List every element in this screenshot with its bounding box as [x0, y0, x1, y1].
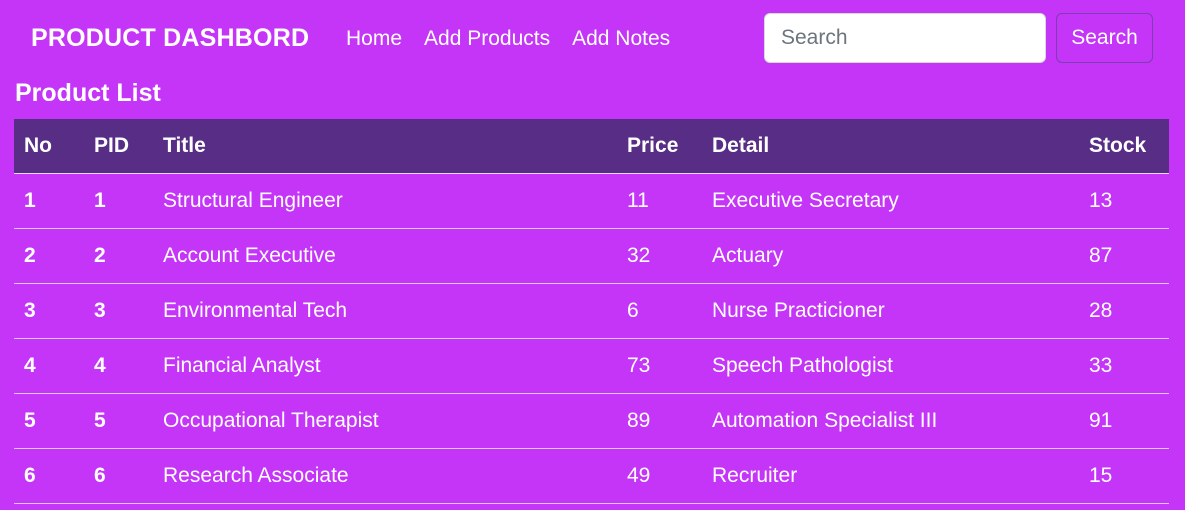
- cell-no: 6: [14, 448, 84, 504]
- nav-link-add-products[interactable]: Add Products: [424, 27, 550, 51]
- cell-price: 49: [617, 448, 702, 504]
- table-row: 2 2 Account Executive 32 Actuary 87: [14, 228, 1169, 284]
- cell-title: Account Executive: [153, 228, 617, 284]
- column-header-price: Price: [617, 119, 702, 174]
- cell-stock: 13: [1079, 173, 1169, 229]
- cell-no: 4: [14, 338, 84, 394]
- cell-no: 3: [14, 283, 84, 339]
- cell-detail: Actuary: [702, 228, 1079, 284]
- column-header-pid: PID: [84, 119, 153, 174]
- column-header-no: No: [14, 119, 84, 174]
- column-header-title: Title: [153, 119, 617, 174]
- cell-price: 89: [617, 393, 702, 449]
- cell-pid: 5: [84, 393, 153, 449]
- cell-pid: 3: [84, 283, 153, 339]
- column-header-detail: Detail: [702, 119, 1079, 174]
- cell-stock: 33: [1079, 338, 1169, 394]
- brand-title[interactable]: PRODUCT DASHBORD: [31, 24, 309, 53]
- cell-pid: 1: [84, 173, 153, 229]
- cell-detail: Recruiter: [702, 448, 1079, 504]
- cell-title: Research Associate: [153, 448, 617, 504]
- cell-stock: 15: [1079, 448, 1169, 504]
- search-input[interactable]: [764, 13, 1046, 63]
- cell-title: Structural Engineer: [153, 173, 617, 229]
- cell-title: Occupational Therapist: [153, 393, 617, 449]
- nav-link-add-notes[interactable]: Add Notes: [572, 27, 670, 51]
- search-button[interactable]: Search: [1056, 13, 1153, 63]
- cell-detail: Nurse Practicioner: [702, 283, 1079, 339]
- table-row: 5 5 Occupational Therapist 89 Automation…: [14, 393, 1169, 449]
- table-row: 3 3 Environmental Tech 6 Nurse Practicio…: [14, 283, 1169, 339]
- cell-price: 11: [617, 173, 702, 229]
- cell-no: 5: [14, 393, 84, 449]
- cell-pid: 2: [84, 228, 153, 284]
- table-row: 4 4 Financial Analyst 73 Speech Patholog…: [14, 338, 1169, 394]
- cell-detail: Automation Specialist III: [702, 393, 1079, 449]
- product-table: No PID Title Price Detail Stock 1 1 Stru…: [14, 119, 1169, 504]
- table-header-row: No PID Title Price Detail Stock: [14, 119, 1169, 174]
- table-row: 6 6 Research Associate 49 Recruiter 15: [14, 448, 1169, 504]
- cell-title: Environmental Tech: [153, 283, 617, 339]
- cell-no: 2: [14, 228, 84, 284]
- cell-no: 1: [14, 173, 84, 229]
- nav-link-home[interactable]: Home: [346, 27, 402, 51]
- cell-stock: 91: [1079, 393, 1169, 449]
- cell-detail: Speech Pathologist: [702, 338, 1079, 394]
- cell-pid: 4: [84, 338, 153, 394]
- page-title: Product List: [15, 79, 161, 107]
- cell-stock: 28: [1079, 283, 1169, 339]
- cell-title: Financial Analyst: [153, 338, 617, 394]
- navbar: PRODUCT DASHBORD Home Add Products Add N…: [0, 0, 1185, 80]
- cell-pid: 6: [84, 448, 153, 504]
- cell-price: 6: [617, 283, 702, 339]
- cell-stock: 87: [1079, 228, 1169, 284]
- cell-price: 73: [617, 338, 702, 394]
- cell-detail: Executive Secretary: [702, 173, 1079, 229]
- nav-links: Home Add Products Add Notes: [346, 27, 692, 51]
- column-header-stock: Stock: [1079, 119, 1169, 174]
- table-row: 1 1 Structural Engineer 11 Executive Sec…: [14, 173, 1169, 229]
- cell-price: 32: [617, 228, 702, 284]
